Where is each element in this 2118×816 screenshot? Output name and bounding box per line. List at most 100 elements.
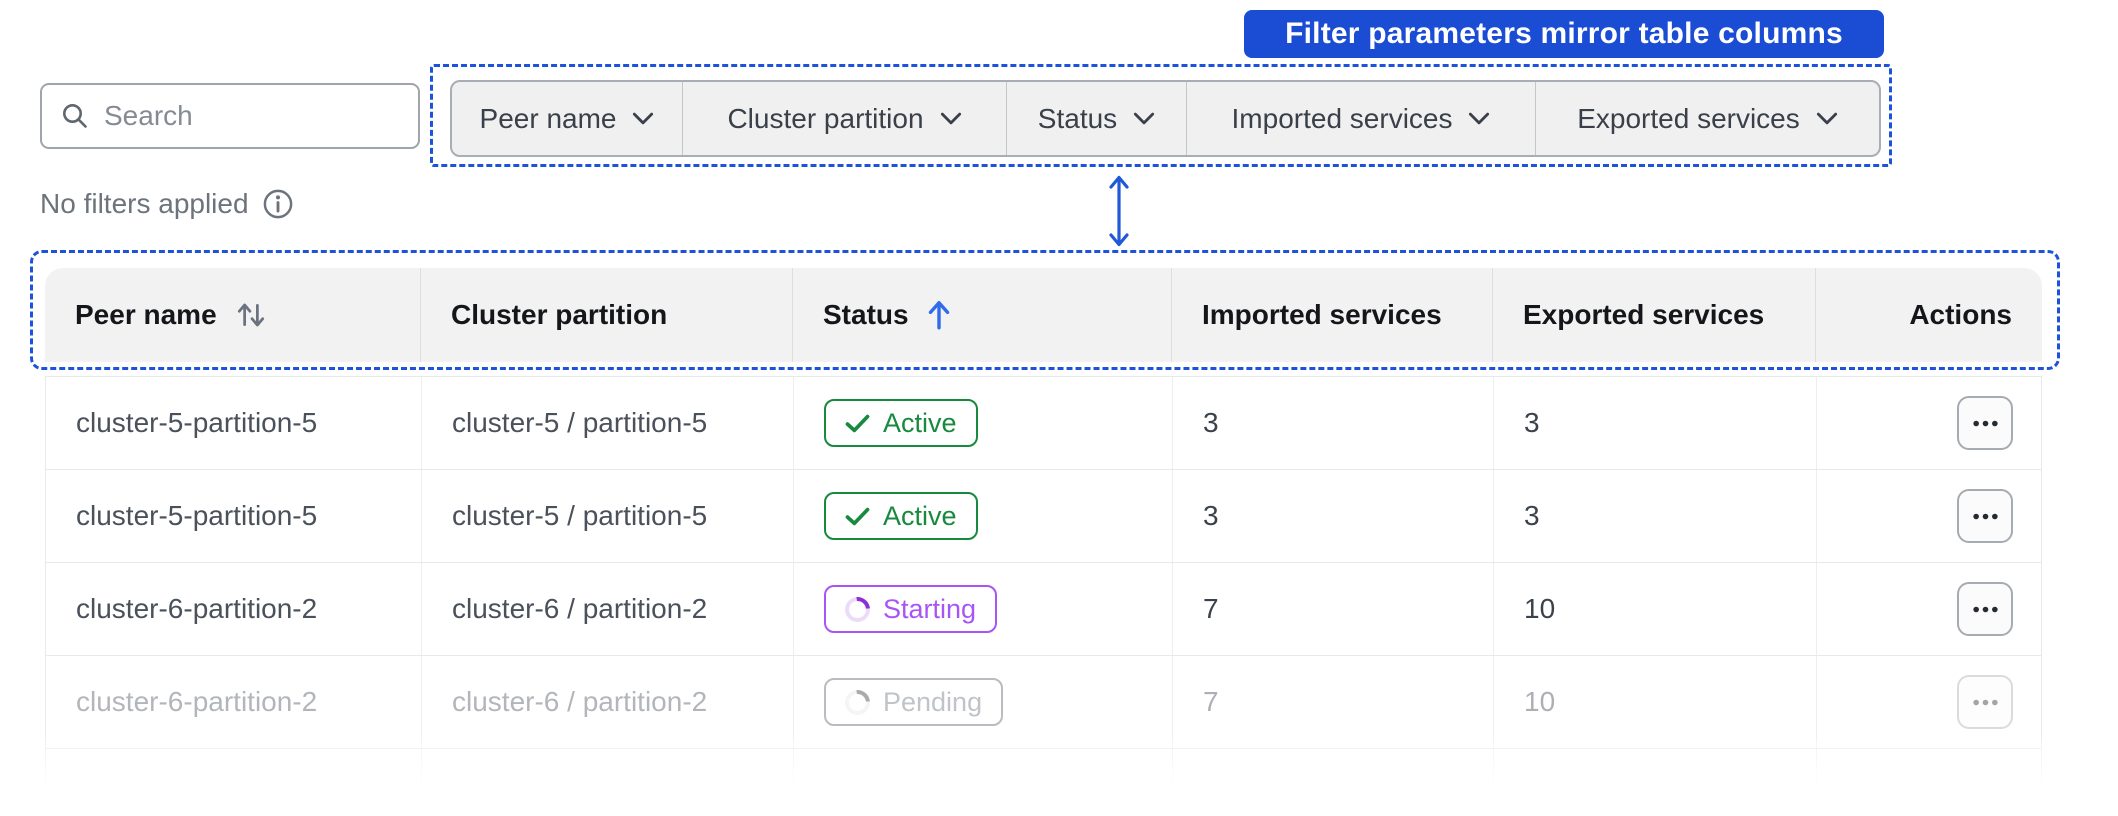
row-actions-button[interactable] [1957, 489, 2013, 543]
cell-exported-services: 3 [1493, 470, 1816, 562]
cell-cluster-partition: cluster-6 / partition-2 [421, 563, 793, 655]
cell-peer-name [46, 749, 421, 816]
exported-count: 3 [1524, 407, 1540, 438]
sort-unsorted-icon [235, 298, 267, 332]
cell-actions [1816, 470, 2043, 562]
filters-note: No filters applied [40, 188, 294, 220]
check-icon [845, 506, 870, 527]
peer-name-text: cluster-6-partition-2 [76, 593, 318, 624]
spinner-icon [839, 591, 876, 627]
filter-dropdown-label: Status [1037, 102, 1118, 134]
cluster-partition-text: cluster-5 / partition-5 [452, 500, 708, 531]
check-icon [845, 413, 870, 434]
peer-name-text: cluster-6-partition-2 [76, 686, 318, 717]
cluster-partition-text: cluster-6 / partition-2 [452, 686, 708, 717]
filter-dropdown-status[interactable]: Status [1006, 82, 1186, 155]
status-label: Pending [883, 686, 983, 717]
cell-peer-name: cluster-6-partition-2 [46, 656, 421, 748]
exported-count: 3 [1524, 500, 1540, 531]
exported-count: 10 [1524, 593, 1556, 624]
cell-imported-services: 7 [1172, 563, 1493, 655]
column-header-label: Actions [1909, 299, 2012, 330]
filter-dropdown-imported-services[interactable]: Imported services [1186, 82, 1535, 155]
table-header-row: Peer name Cluster partition Status Impor… [45, 268, 2042, 362]
page: Filter parameters mirror table columns P… [0, 0, 2118, 816]
chevron-down-icon [1816, 112, 1838, 125]
filter-dropdown-exported-services[interactable]: Exported services [1535, 82, 1879, 155]
status-badge: Active [824, 492, 978, 540]
column-header-label: Cluster partition [451, 299, 668, 330]
chevron-down-icon [1468, 112, 1490, 125]
cell-status: Active [793, 377, 1172, 469]
cluster-partition-text: cluster-5 / partition-5 [452, 407, 708, 438]
table-body: cluster-5-partition-5 cluster-5 / partit… [45, 376, 2042, 816]
annotation-callout-label: Filter parameters mirror table columns [1285, 17, 1843, 50]
cell-status: Starting [793, 563, 1172, 655]
peers-table: Peer name Cluster partition Status Impor… [45, 268, 2042, 816]
cell-actions [1816, 656, 2043, 748]
column-header-status[interactable]: Status [792, 268, 1171, 362]
column-header-peer-name[interactable]: Peer name [45, 268, 420, 362]
status-label: Active [883, 500, 957, 531]
cell-peer-name: cluster-5-partition-5 [46, 377, 421, 469]
column-header-imported-services: Imported services [1171, 268, 1492, 362]
cell-imported-services: 7 [1172, 656, 1493, 748]
cluster-partition-text: cluster-6 / partition-2 [452, 593, 708, 624]
cell-cluster-partition: cluster-6 / partition-2 [421, 656, 793, 748]
filter-dropdown-cluster-partition[interactable]: Cluster partition [682, 82, 1006, 155]
cell-actions [1816, 749, 2043, 816]
search-input[interactable] [104, 100, 400, 132]
cell-cluster-partition: cluster-5 / partition-5 [421, 470, 793, 562]
exported-count: 10 [1524, 686, 1556, 717]
table-row: cluster-6-partition-2 cluster-6 / partit… [46, 563, 2041, 656]
ellipsis-icon [1972, 513, 1999, 520]
spinner-icon [839, 684, 876, 720]
cell-actions [1816, 377, 2043, 469]
peer-name-text: cluster-5-partition-5 [76, 500, 318, 531]
cell-imported-services [1172, 749, 1493, 816]
column-header-actions: Actions [1815, 268, 2042, 362]
cell-status: Active [793, 470, 1172, 562]
status-label: Starting [883, 593, 977, 624]
status-badge: Starting [824, 585, 998, 633]
cell-exported-services: 3 [1493, 377, 1816, 469]
annotation-callout: Filter parameters mirror table columns [1244, 10, 1884, 58]
ellipsis-icon [1972, 606, 1999, 613]
cell-imported-services: 3 [1172, 470, 1493, 562]
filter-dropdown-label: Exported services [1577, 102, 1800, 134]
column-header-cluster-partition: Cluster partition [420, 268, 792, 362]
cell-exported-services: 10 [1493, 563, 1816, 655]
peer-name-text: cluster-5-partition-5 [76, 407, 318, 438]
imported-count: 7 [1203, 593, 1219, 624]
column-header-exported-services: Exported services [1492, 268, 1815, 362]
table-row: cluster-6-partition-2 cluster-6 / partit… [46, 656, 2041, 749]
imported-count: 3 [1203, 407, 1219, 438]
info-icon[interactable] [262, 188, 294, 220]
cell-status [793, 749, 1172, 816]
cell-peer-name: cluster-6-partition-2 [46, 563, 421, 655]
double-arrow-icon [1104, 174, 1134, 248]
status-badge: Active [824, 399, 978, 447]
table-row: cluster-5-partition-5 cluster-5 / partit… [46, 470, 2041, 563]
search-icon [60, 101, 90, 131]
row-actions-button[interactable] [1957, 582, 2013, 636]
cell-status: Pending [793, 656, 1172, 748]
status-label: Active [883, 407, 957, 438]
chevron-down-icon [1133, 112, 1155, 125]
ellipsis-icon [1972, 420, 1999, 427]
status-badge: Pending [824, 678, 1004, 726]
imported-count: 7 [1203, 686, 1219, 717]
column-header-label: Exported services [1523, 299, 1765, 330]
sort-ascending-icon [927, 299, 951, 331]
filter-dropdown-label: Peer name [479, 102, 617, 134]
filters-note-text: No filters applied [40, 188, 249, 219]
chevron-down-icon [632, 112, 654, 125]
cell-peer-name: cluster-5-partition-5 [46, 470, 421, 562]
cell-cluster-partition [421, 749, 793, 816]
table-row: cluster-5-partition-5 cluster-5 / partit… [46, 377, 2041, 470]
row-actions-button[interactable] [1957, 675, 2013, 729]
cell-exported-services [1493, 749, 1816, 816]
column-header-label: Peer name [75, 299, 217, 330]
filter-dropdown-peer-name[interactable]: Peer name [452, 82, 682, 155]
row-actions-button[interactable] [1957, 396, 2013, 450]
